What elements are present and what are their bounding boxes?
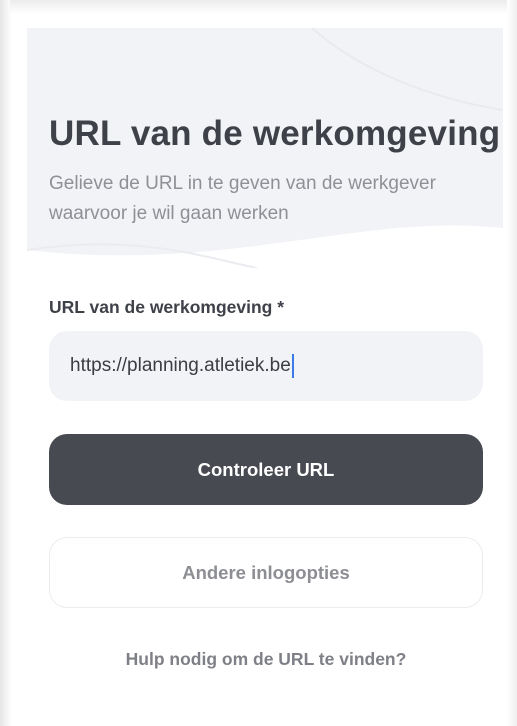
page-subtitle: Gelieve de URL in te geven van de werkge… bbox=[49, 173, 436, 224]
top-shadow bbox=[10, 0, 510, 14]
url-input-value: https://planning.atletiek.be bbox=[70, 355, 291, 376]
login-screen: URL van de werkomgeving Gelieve de URL i… bbox=[0, 0, 517, 726]
page-title: URL van de werkomgeving bbox=[49, 114, 501, 153]
url-field-label: URL van de werkomgeving * bbox=[49, 297, 285, 317]
header-card: URL van de werkomgeving Gelieve de URL i… bbox=[27, 28, 503, 268]
url-input[interactable]: https://planning.atletiek.be bbox=[49, 331, 483, 401]
check-url-button[interactable]: Controleer URL bbox=[49, 434, 483, 505]
text-cursor bbox=[291, 354, 294, 378]
other-login-options-button[interactable]: Andere inlogopties bbox=[49, 537, 483, 608]
help-find-url-link[interactable]: Hulp nodig om de URL te vinden? bbox=[49, 649, 483, 670]
